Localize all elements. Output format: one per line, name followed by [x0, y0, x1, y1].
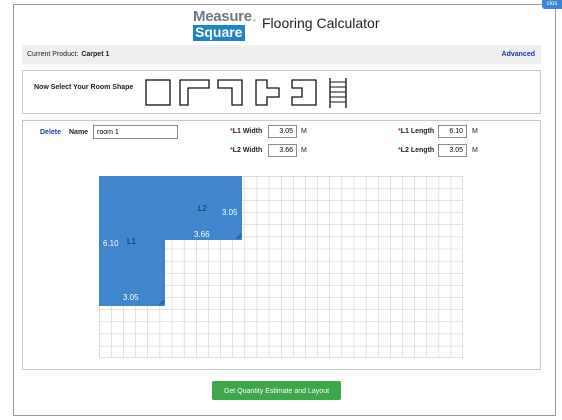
current-product-value: Carpet 1 — [81, 51, 110, 58]
l1-width-input[interactable] — [268, 125, 297, 138]
room-name-label: Name — [69, 129, 89, 136]
l2-width-label: *L2 Width — [230, 147, 263, 154]
product-bar: Current Product: Carpet 1 Advanced — [22, 45, 541, 64]
l1-width-dimension: 3.05 — [123, 293, 139, 302]
l2-label: L2 — [198, 204, 207, 213]
l2-width-unit: M — [301, 147, 307, 154]
room-drawing-svg[interactable]: L2 3.05 3.66 6.10 L1 3.05 — [98, 175, 464, 359]
l2-length-input[interactable] — [438, 144, 467, 157]
rectangle-shape-icon[interactable] — [145, 76, 175, 109]
l1-length-input[interactable] — [438, 125, 467, 138]
l2-length-label: *L2 Length — [398, 147, 435, 154]
advanced-link[interactable]: Advanced — [502, 45, 535, 64]
current-product: Current Product: Carpet 1 — [27, 45, 109, 64]
l1-length-dimension: 6.10 — [103, 239, 119, 248]
l2-length-dimension: 3.05 — [222, 208, 238, 217]
l1-width-unit: M — [301, 128, 307, 135]
l-shape-icon[interactable] — [179, 76, 211, 109]
logo-bottom-text: Square — [193, 25, 246, 41]
l1-label: L1 — [127, 237, 136, 246]
room-drawing-canvas[interactable]: L2 3.05 3.66 6.10 L1 3.05 — [98, 175, 464, 359]
room-shape-panel: Now Select Your Room Shape — [22, 70, 541, 114]
stairs-icon[interactable] — [326, 76, 354, 109]
logo-top-text: Measure — [193, 8, 252, 25]
app-title: Flooring Calculator — [262, 15, 380, 31]
u-shape-icon[interactable] — [291, 76, 319, 109]
current-product-label: Current Product: — [27, 51, 79, 58]
l2-width-input[interactable] — [268, 144, 297, 157]
l1-length-unit: M — [472, 128, 478, 135]
t-shape-icon[interactable] — [255, 76, 283, 109]
room-name-input[interactable] — [93, 125, 178, 139]
registered-icon: ® — [253, 18, 256, 23]
l1-width-label: *L1 Width — [230, 128, 263, 135]
room-panel: Delete Name *L1 Width M *L2 Width M *L1 … — [22, 120, 541, 370]
get-estimate-button[interactable]: Get Quantity Estimate and Layout — [212, 381, 341, 400]
reverse-l-shape-icon[interactable] — [217, 76, 245, 109]
l1-length-label: *L1 Length — [398, 128, 435, 135]
room-shape-prompt: Now Select Your Room Shape — [34, 84, 134, 91]
close-button[interactable]: clos — [542, 0, 562, 9]
l2-width-dimension: 3.66 — [194, 230, 210, 239]
l2-length-unit: M — [472, 147, 478, 154]
measure-square-logo: Measure Square ® — [193, 8, 256, 41]
delete-room-button[interactable]: Delete — [40, 129, 61, 136]
